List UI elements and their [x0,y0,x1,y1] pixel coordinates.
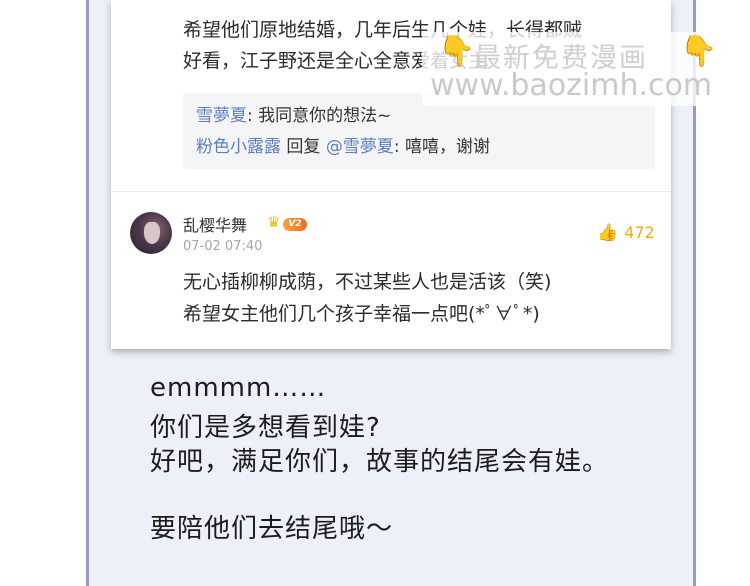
watermark: 👇 最新免费漫画 👇 www.baozimh.com [422,32,728,106]
watermark-url: www.baozimh.com [430,68,713,103]
reply-text: 我同意你的想法~ [258,106,392,126]
reply-text: 嘻嘻，谢谢 [404,137,490,157]
level-badge: V2 [283,218,307,231]
pointing-down-icon: 👇 [680,34,718,69]
avatar[interactable] [130,212,172,254]
commenter-username[interactable]: 乱樱华舞 [183,212,247,236]
pointing-down-icon: 👇 [438,34,476,69]
thumbs-up-icon: 👍 [597,223,619,243]
narration-line: emmmm…… [150,373,327,403]
narration-line: 你们是多想看到娃? [150,413,381,443]
like-count: 472 [624,223,655,242]
comment-text-line: 希望女主他们几个孩子幸福一点吧(*ﾟ∀ﾟ*) [183,303,540,325]
crown-icon: ♛ [267,213,281,231]
divider [111,191,671,192]
reply-mention[interactable]: @雪夢夏 [326,137,394,157]
vip-badge: ♛ V2 [267,212,309,234]
comment-date: 07-02 07:40 [183,239,263,254]
narration-line: 好吧，满足你们，故事的结尾会有娃。 [150,447,610,477]
like-button[interactable]: 👍 472 [597,223,655,243]
reply-username[interactable]: 粉色小露露 [196,137,281,157]
narration-line: 要陪他们去结尾哦～ [150,514,394,544]
reply-item: 雪夢夏: 我同意你的想法~ [196,106,392,126]
reply-username[interactable]: 雪夢夏 [196,106,247,126]
comment-text-line: 无心插柳柳成荫，不过某些人也是活该（笑) [183,271,552,293]
reply-item: 粉色小露露 回复 @雪夢夏: 嘻嘻，谢谢 [196,137,490,157]
